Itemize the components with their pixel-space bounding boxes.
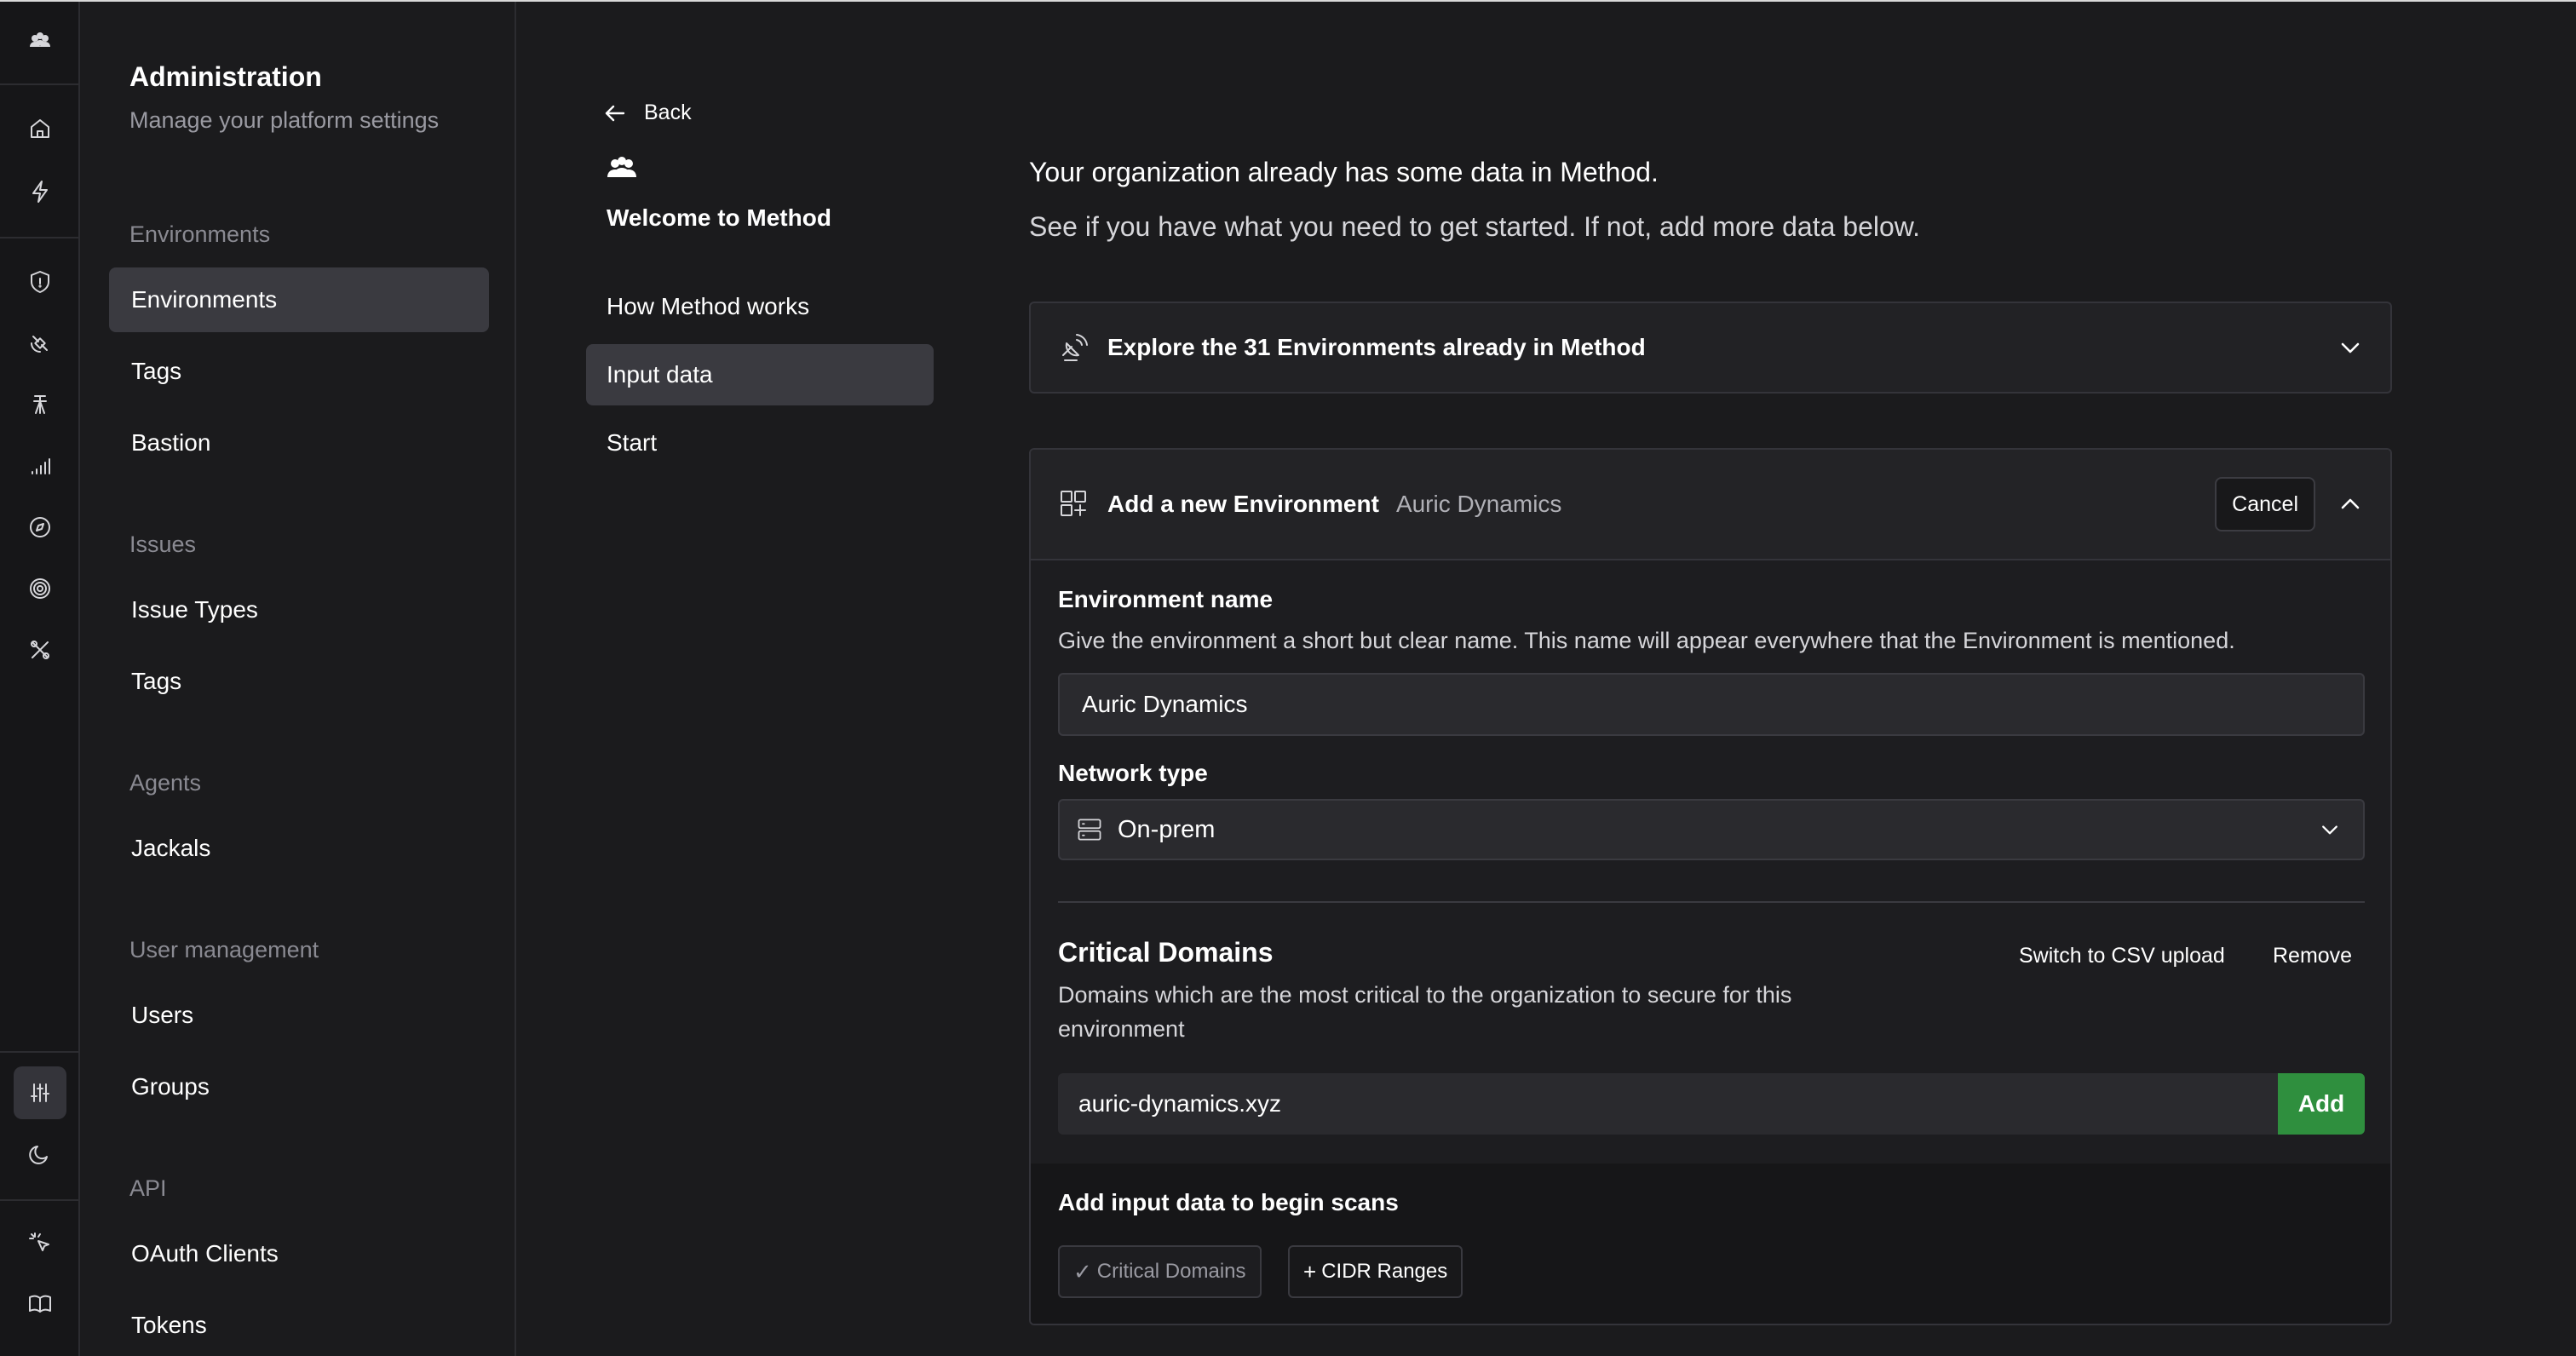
sidebar-title: Administration xyxy=(129,61,322,92)
home-icon xyxy=(31,119,49,138)
wizard-title: Welcome to Method xyxy=(607,204,831,231)
critical-domains-title: Critical Domains xyxy=(1058,937,1274,968)
explore-environments-label: Explore the 31 Environments already in M… xyxy=(1107,334,1646,360)
rail-home[interactable] xyxy=(14,102,66,155)
add-environment-title: Add a new Environment xyxy=(1107,491,1379,517)
arrow-left-icon xyxy=(605,105,625,121)
tools-icon xyxy=(31,641,49,659)
rail-divider xyxy=(0,1051,80,1053)
cidr-ranges-chip[interactable]: + CIDR Ranges xyxy=(1288,1245,1463,1298)
critical-domains-chip[interactable]: ✓ Critical Domains xyxy=(1058,1245,1262,1298)
wizard-step-input-data[interactable]: Input data xyxy=(586,344,934,405)
input-data-title: Add input data to begin scans xyxy=(1058,1189,1399,1215)
rail-theme-toggle[interactable] xyxy=(14,1128,66,1181)
environment-name-input[interactable]: Auric Dynamics xyxy=(1058,673,2365,736)
rail-admin-settings[interactable] xyxy=(14,1066,66,1119)
sidebar-item-tokens[interactable]: Tokens xyxy=(109,1293,489,1356)
rail-satellite[interactable] xyxy=(14,317,66,370)
rail-divider xyxy=(0,1199,80,1201)
wizard-step-how-method-works[interactable]: How Method works xyxy=(586,276,934,337)
back-label: Back xyxy=(644,101,692,124)
sliders-icon xyxy=(31,1083,49,1102)
critical-domains-help-line1: Domains which are the most critical to t… xyxy=(1058,982,1792,1008)
remove-button[interactable]: Remove xyxy=(2273,944,2352,968)
onboarding-wizard-nav: Back Welcome to Method How Method works … xyxy=(518,2,944,1356)
sidebar-item-environment-tags[interactable]: Tags xyxy=(109,339,489,404)
rail-activity[interactable] xyxy=(14,165,66,218)
satellite-icon xyxy=(31,336,48,353)
network-type-label: Network type xyxy=(1058,760,1208,786)
icon-rail xyxy=(0,2,80,1356)
cancel-button[interactable]: Cancel xyxy=(2215,477,2315,531)
cidr-ranges-chip-label: CIDR Ranges xyxy=(1321,1260,1448,1283)
book-icon xyxy=(29,1295,51,1313)
back-button[interactable]: Back xyxy=(603,101,692,125)
cursor-click-icon xyxy=(29,1232,49,1251)
satellite-dish-icon xyxy=(1062,334,1088,361)
method-logo-icon xyxy=(30,32,50,47)
add-environment-card: Add a new Environment Auric Dynamics Can… xyxy=(1029,448,2392,1325)
rail-tools[interactable] xyxy=(14,623,66,676)
chevron-down-icon xyxy=(2322,825,2337,835)
group-label-environments: Environments xyxy=(129,221,271,247)
sidebar-item-groups[interactable]: Groups xyxy=(109,1054,489,1119)
grid-plus-icon xyxy=(1061,491,1086,516)
group-label-agents: Agents xyxy=(129,770,202,796)
add-environment-subtitle: Auric Dynamics xyxy=(1395,491,1562,517)
network-type-select[interactable]: On-prem xyxy=(1058,799,2365,860)
target-icon xyxy=(30,578,50,599)
wizard-step-start[interactable]: Start xyxy=(586,412,934,474)
add-environment-header: Add a new Environment Auric Dynamics Can… xyxy=(1031,450,2390,560)
method-logo-icon xyxy=(607,157,636,177)
sidebar-item-oauth-clients[interactable]: OAuth Clients xyxy=(109,1221,489,1286)
check-icon: ✓ xyxy=(1073,1258,1092,1284)
rail-analytics[interactable] xyxy=(14,440,66,492)
add-domain-button[interactable]: Add xyxy=(2278,1073,2365,1135)
lightning-icon xyxy=(32,181,48,203)
chevron-up-icon[interactable] xyxy=(2337,491,2363,517)
sidebar-item-environments[interactable]: Environments xyxy=(109,267,489,332)
sidebar-item-users[interactable]: Users xyxy=(109,983,489,1048)
sidebar-item-issue-tags[interactable]: Tags xyxy=(109,649,489,714)
group-label-issues: Issues xyxy=(129,531,197,557)
environment-name-help: Give the environment a short but clear n… xyxy=(1058,628,2235,653)
signal-bars-icon xyxy=(32,458,50,474)
sidebar-subtitle: Manage your platform settings xyxy=(129,107,440,133)
server-icon xyxy=(1078,819,1101,841)
rail-targets[interactable] xyxy=(14,562,66,615)
rail-tower[interactable] xyxy=(14,378,66,431)
method-logo[interactable] xyxy=(14,15,66,68)
rail-docs[interactable] xyxy=(14,1278,66,1330)
plus-icon: + xyxy=(1303,1258,1317,1284)
shield-icon xyxy=(31,271,49,293)
sidebar-item-issue-types[interactable]: Issue Types xyxy=(109,577,489,642)
critical-domains-help-line2: environment xyxy=(1058,1016,1185,1042)
section-divider xyxy=(1058,901,2365,903)
rail-divider xyxy=(0,237,80,238)
group-label-user-management: User management xyxy=(129,937,319,962)
moon-icon xyxy=(29,1146,48,1164)
group-label-api: API xyxy=(129,1175,167,1201)
sidebar-item-jackals[interactable]: Jackals xyxy=(109,816,489,881)
sidebar-item-bastion[interactable]: Bastion xyxy=(109,411,489,475)
environment-name-label: Environment name xyxy=(1058,586,1274,612)
critical-domains-chip-label: Critical Domains xyxy=(1096,1260,1246,1283)
admin-sidebar: Administration Manage your platform sett… xyxy=(82,2,516,1356)
domain-input[interactable]: auric-dynamics.xyz xyxy=(1058,1073,2278,1135)
intro-heading: Your organization already has some data … xyxy=(1029,157,1659,187)
tower-icon xyxy=(33,395,47,414)
intro-text: See if you have what you need to get sta… xyxy=(1029,211,1921,242)
rail-click-action[interactable] xyxy=(14,1216,66,1269)
chevron-down-icon[interactable] xyxy=(2337,335,2363,360)
rail-security[interactable] xyxy=(14,256,66,308)
compass-icon xyxy=(30,517,50,537)
explore-environments-accordion[interactable]: Explore the 31 Environments already in M… xyxy=(1029,302,2392,394)
input-data-footer: Add input data to begin scans ✓ Critical… xyxy=(1031,1164,2390,1324)
rail-divider xyxy=(0,83,80,85)
switch-to-csv-button[interactable]: Switch to CSV upload xyxy=(2019,944,2225,968)
network-type-value: On-prem xyxy=(1118,815,1216,843)
rail-explore[interactable] xyxy=(14,501,66,554)
